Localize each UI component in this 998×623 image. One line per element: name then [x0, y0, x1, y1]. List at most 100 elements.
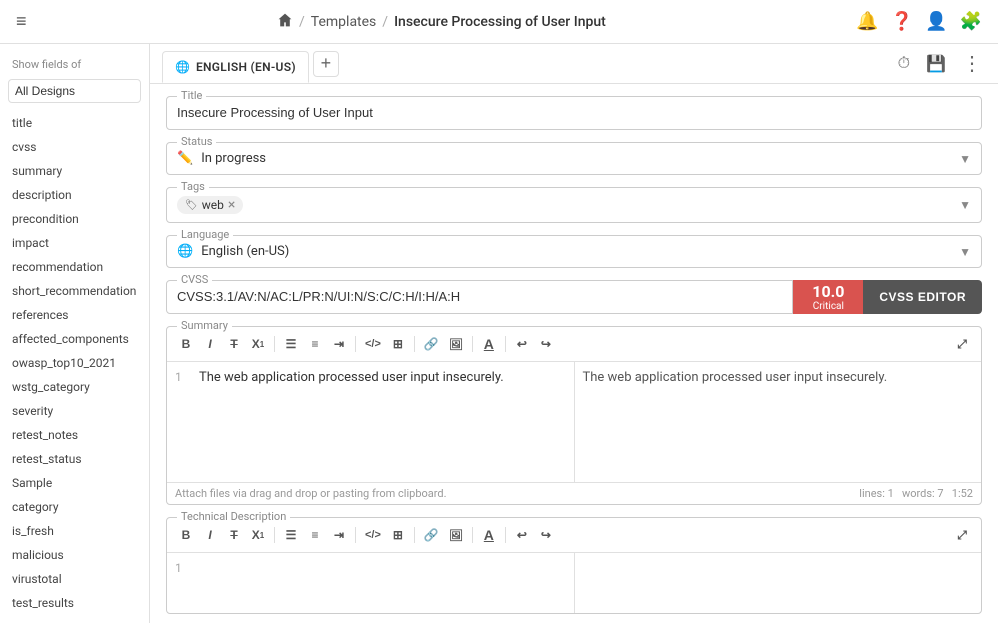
- td-code-button[interactable]: </>: [361, 524, 385, 546]
- tags-container: 🏷 web ×: [177, 196, 243, 214]
- breadcrumb-templates[interactable]: Templates: [311, 14, 377, 30]
- bold-button[interactable]: B: [175, 333, 197, 355]
- cvss-editor-button[interactable]: CVSS EDITOR: [863, 280, 982, 314]
- summary-editor: Summary B I T X1 ☰ ≡ ⇥ </> ⊞ 🔗 🖼: [166, 326, 982, 505]
- td-strikethrough-button[interactable]: T: [223, 524, 245, 546]
- td-redo-button[interactable]: ↪: [535, 524, 557, 546]
- notifications-icon[interactable]: 🔔: [856, 11, 878, 32]
- puzzle-icon[interactable]: 🧩: [960, 11, 982, 32]
- link-button[interactable]: 🔗: [420, 333, 443, 355]
- sidebar-item-cvss[interactable]: cvss: [0, 135, 149, 159]
- unordered-list-button[interactable]: ☰: [280, 333, 302, 355]
- status-dropdown[interactable]: ✏️ In progress ▼: [177, 151, 971, 166]
- tech-desc-toolbar: B I T X1 ☰ ≡ ⇥ </> ⊞ 🔗 🖼 A: [167, 518, 981, 553]
- tag-web-label: web: [202, 198, 224, 212]
- sidebar-item-retest-notes[interactable]: retest_notes: [0, 423, 149, 447]
- sidebar-item-recommendation[interactable]: recommendation: [0, 255, 149, 279]
- td-table-button[interactable]: ⊞: [387, 524, 409, 546]
- td-ol-button[interactable]: ≡: [304, 524, 326, 546]
- sidebar-item-impact[interactable]: impact: [0, 231, 149, 255]
- history-button[interactable]: ⏱: [894, 53, 914, 75]
- sidebar-item-wstg[interactable]: wstg_category: [0, 375, 149, 399]
- status-field-group: Status ✏️ In progress ▼: [166, 142, 982, 175]
- tag-web-remove[interactable]: ×: [228, 198, 235, 212]
- sidebar-item-sample[interactable]: Sample: [0, 471, 149, 495]
- sidebar-item-category[interactable]: category: [0, 495, 149, 519]
- image-button[interactable]: 🖼: [445, 333, 467, 355]
- td-undo-button[interactable]: ↩: [511, 524, 533, 546]
- sidebar-item-is-fresh[interactable]: is_fresh: [0, 519, 149, 543]
- sidebar-item-references[interactable]: references: [0, 303, 149, 327]
- indent-button[interactable]: ⇥: [328, 333, 350, 355]
- sidebar-show-fields-label: Show fields of: [0, 52, 149, 77]
- td-toolbar-sep2: [355, 527, 356, 543]
- cvss-score-value: 10.0: [812, 282, 844, 301]
- tag-web-chip: 🏷 web ×: [177, 196, 243, 214]
- sidebar-design-select[interactable]: All Designs: [8, 79, 141, 103]
- td-toolbar-right: ⤢: [951, 524, 973, 546]
- td-link-button[interactable]: 🔗: [420, 524, 443, 546]
- expand-button[interactable]: ⤢: [951, 333, 973, 355]
- table-button[interactable]: ⊞: [387, 333, 409, 355]
- tab-bar: 🌐 ENGLISH (EN-US) + ⏱ 💾 ⋮: [150, 44, 998, 84]
- language-arrow-icon: ▼: [959, 245, 971, 259]
- code-button[interactable]: </>: [361, 333, 385, 355]
- sidebar-item-title[interactable]: title: [0, 111, 149, 135]
- user-icon[interactable]: 👤: [925, 11, 947, 32]
- td-ul-button[interactable]: ☰: [280, 524, 302, 546]
- toolbar-right: ⤢: [951, 333, 973, 355]
- tab-english[interactable]: 🌐 ENGLISH (EN-US): [162, 51, 309, 83]
- redo-button[interactable]: ↪: [535, 333, 557, 355]
- hamburger-icon[interactable]: ≡: [16, 11, 27, 32]
- superscript-button[interactable]: X1: [247, 333, 269, 355]
- toolbar-sep3: [414, 336, 415, 352]
- sidebar: Show fields of All Designs title cvss su…: [0, 44, 150, 623]
- td-italic-button[interactable]: I: [199, 524, 221, 546]
- title-label: Title: [177, 89, 206, 102]
- save-button[interactable]: 💾: [922, 52, 950, 76]
- italic-button[interactable]: I: [199, 333, 221, 355]
- help-icon[interactable]: ❓: [891, 11, 913, 32]
- nav-right: 🔔 ❓ 👤 🧩: [856, 11, 982, 32]
- sidebar-item-owasp[interactable]: owasp_top10_2021: [0, 351, 149, 375]
- sidebar-item-description[interactable]: description: [0, 183, 149, 207]
- summary-editor-left[interactable]: 1 The web application processed user inp…: [167, 362, 575, 482]
- title-input[interactable]: [177, 105, 971, 120]
- td-format-button[interactable]: A: [478, 524, 500, 546]
- sidebar-item-affected-components[interactable]: affected_components: [0, 327, 149, 351]
- tech-desc-line-1: 1: [175, 561, 566, 575]
- format-button[interactable]: A: [478, 333, 500, 355]
- ordered-list-button[interactable]: ≡: [304, 333, 326, 355]
- tech-desc-editor-left[interactable]: 1: [167, 553, 575, 613]
- sidebar-item-retest-status[interactable]: retest_status: [0, 447, 149, 471]
- home-icon[interactable]: [277, 12, 293, 32]
- td-expand-button[interactable]: ⤢: [951, 524, 973, 546]
- breadcrumb-sep2: /: [382, 14, 388, 30]
- td-image-button[interactable]: 🖼: [445, 524, 467, 546]
- td-superscript-button[interactable]: X1: [247, 524, 269, 546]
- sidebar-item-summary[interactable]: summary: [0, 159, 149, 183]
- more-options-button[interactable]: ⋮: [958, 49, 986, 78]
- td-toolbar-sep4: [472, 527, 473, 543]
- toolbar-sep1: [274, 336, 275, 352]
- td-bold-button[interactable]: B: [175, 524, 197, 546]
- sidebar-item-precondition[interactable]: precondition: [0, 207, 149, 231]
- summary-line-1-text: The web application processed user input…: [199, 370, 504, 385]
- top-nav: ≡ / Templates / Insecure Processing of U…: [0, 0, 998, 44]
- sidebar-item-short-recommendation[interactable]: short_recommendation: [0, 279, 149, 303]
- cvss-input[interactable]: [177, 289, 782, 304]
- td-indent-button[interactable]: ⇥: [328, 524, 350, 546]
- sidebar-item-severity[interactable]: severity: [0, 399, 149, 423]
- add-tab-button[interactable]: +: [313, 51, 339, 77]
- sidebar-item-test-results[interactable]: test_results: [0, 591, 149, 615]
- language-dropdown[interactable]: 🌐 English (en-US) ▼: [177, 244, 971, 259]
- language-value: English (en-US): [201, 244, 289, 259]
- cvss-label: CVSS: [177, 273, 212, 286]
- sidebar-item-virustotal[interactable]: virustotal: [0, 567, 149, 591]
- summary-stats: lines: 1 words: 7 1:52: [859, 487, 973, 500]
- breadcrumb-sep1: /: [299, 14, 305, 30]
- summary-editor-footer: Attach files via drag and drop or pastin…: [167, 482, 981, 504]
- strikethrough-button[interactable]: T: [223, 333, 245, 355]
- undo-button[interactable]: ↩: [511, 333, 533, 355]
- sidebar-item-malicious[interactable]: malicious: [0, 543, 149, 567]
